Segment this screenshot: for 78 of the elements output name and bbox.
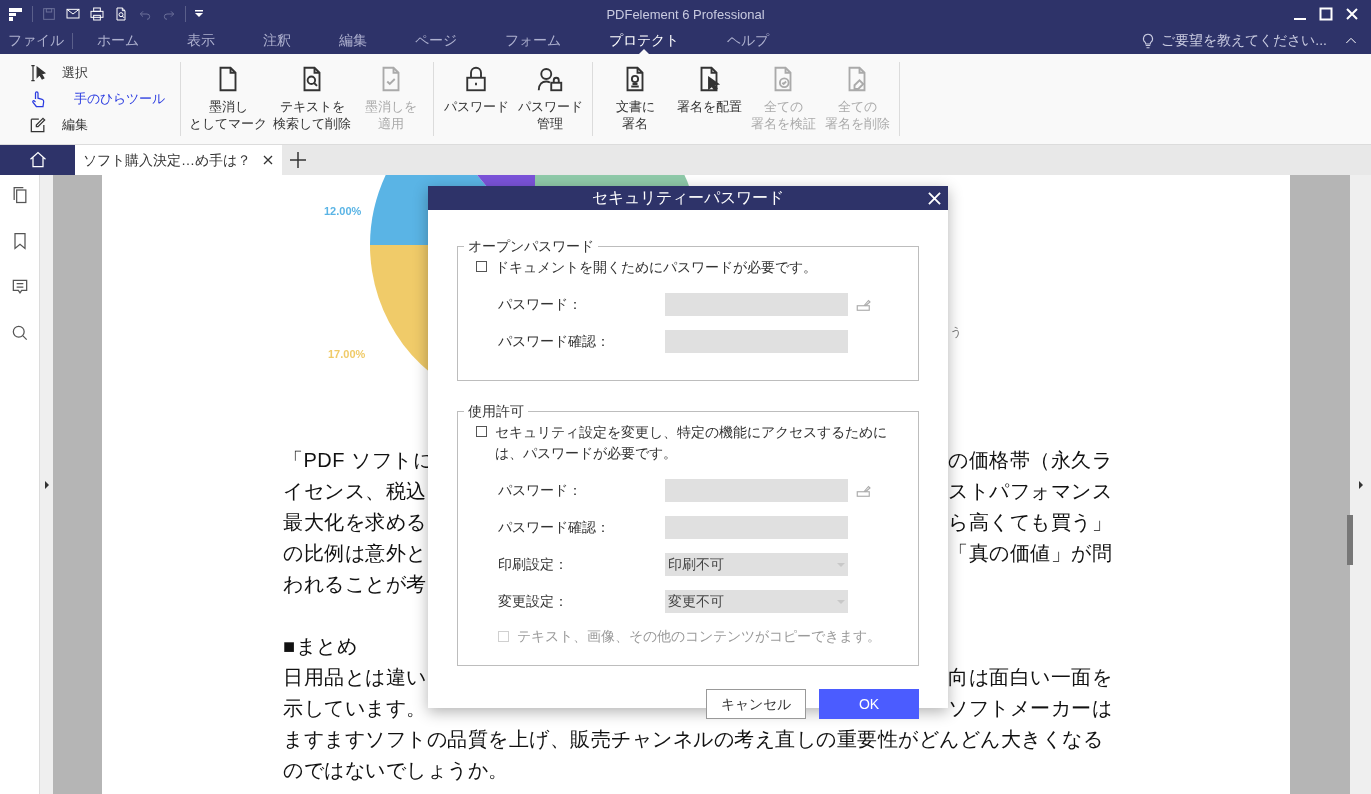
app-logo-icon[interactable] [8, 5, 24, 22]
ribbon-button[interactable]: 文書に 署名 [599, 62, 671, 132]
document-text: われることが考 [283, 572, 427, 597]
checkbox[interactable] [476, 426, 487, 437]
close-icon[interactable] [928, 191, 941, 205]
edit-icon [28, 115, 48, 135]
scrollbar-thumb[interactable] [1347, 515, 1353, 565]
legend-text: う [950, 324, 962, 341]
document-text: 日用品とは違い [283, 665, 427, 690]
document-text: の比例は意外と [283, 541, 427, 566]
close-tab-icon[interactable] [263, 155, 273, 165]
menu-tab[interactable]: 表示 [163, 27, 239, 54]
chart-label: 12.00% [324, 204, 362, 219]
document-text: イセンス、税込 [283, 479, 427, 504]
tool-button[interactable]: 手のひらツール [28, 88, 180, 110]
close-icon[interactable] [1345, 6, 1359, 21]
help-search-field[interactable]: ご要望を教えてください... [1139, 30, 1327, 51]
caret-icon [837, 599, 845, 604]
field-label: 変更設定： [498, 592, 569, 611]
ribbon-button[interactable]: パスワード 管理 [514, 62, 586, 132]
field-label: パスワード： [498, 481, 583, 500]
document-tab[interactable]: ソフト購入決定…め手は？ [75, 145, 282, 175]
menu-tab[interactable]: 編集 [315, 27, 391, 54]
document-text: 「真の価値」が問 [948, 541, 1112, 566]
home-icon [27, 150, 48, 170]
menu-tab[interactable]: フォーム [481, 27, 585, 54]
document-text: の価格帯（永久ラ [948, 448, 1112, 473]
expand-panel-icon[interactable] [1358, 480, 1363, 489]
tool-button[interactable]: 編集 [28, 114, 180, 136]
document-text: 最大化を求める [283, 510, 427, 535]
menu-tab[interactable]: 注釈 [239, 27, 315, 54]
new-tab-icon[interactable] [290, 152, 306, 168]
confirm-password-field[interactable] [665, 330, 848, 353]
field-label: 印刷設定： [498, 555, 569, 574]
checkbox[interactable] [476, 261, 487, 272]
group-legend: オープンパスワード [464, 236, 598, 257]
confirm-password-field[interactable] [665, 516, 848, 539]
menu-tab[interactable]: ホーム [73, 27, 163, 54]
checkbox-label: テキスト、画像、その他のコンテンツがコピーできます。 [517, 627, 881, 646]
group-legend: 使用許可 [464, 401, 528, 422]
ribbon-button[interactable]: 墨消し としてマーク [187, 62, 269, 132]
maximize-icon[interactable] [1319, 6, 1333, 21]
menu-tab[interactable]: ヘルプ [703, 27, 793, 54]
expand-panel-icon[interactable] [44, 480, 49, 489]
ribbon-button[interactable]: パスワード [440, 62, 512, 115]
ribbon-button[interactable]: 署名を配置 [673, 62, 745, 115]
tool-button[interactable]: 選択 [28, 62, 180, 84]
document-text: 示しています。 [283, 696, 427, 721]
customize-menu-icon[interactable] [194, 8, 204, 19]
field-label: パスワード： [498, 295, 583, 314]
document-text: ますますソフトの品質を上げ、販売チャンネルの考え直しの重要性がどんどん大きくなる [283, 727, 1103, 752]
ribbon-button[interactable]: テキストを 検索して削除 [271, 62, 353, 132]
ok-button[interactable]: OK [819, 689, 919, 719]
document-text: ■まとめ [283, 634, 358, 659]
caret-icon [837, 562, 845, 567]
field-label: パスワード確認： [498, 332, 611, 351]
cancel-button[interactable]: キャンセル [706, 689, 806, 719]
window-title: PDFelement 6 Professional [606, 6, 765, 22]
document-text: 向は面白い一面を [948, 665, 1112, 690]
home-tab[interactable] [0, 145, 75, 175]
document-text: のではないでしょうか。 [283, 758, 509, 783]
dropdown[interactable]: 印刷不可 [665, 553, 848, 576]
chart-label: 17.00% [328, 347, 366, 362]
document-text: ソフトメーカーは [948, 696, 1112, 721]
dialog-title: セキュリティーパスワード [591, 188, 785, 208]
document-text: ストパフォマンス [948, 479, 1112, 504]
print-preview-icon[interactable] [113, 5, 129, 22]
password-field[interactable] [665, 293, 848, 316]
menu-tab[interactable]: ページ [391, 27, 481, 54]
checkbox-label: ドキュメントを開くためにパスワードが必要です。 [495, 258, 817, 277]
menu-tab[interactable]: ファイル [0, 27, 72, 54]
checkbox-label: セキュリティ設定を変更し、特定の機能にアクセスするためには、パスワードが必要です。 [495, 423, 888, 463]
password-field[interactable] [665, 479, 848, 502]
cursor-icon [28, 63, 48, 83]
dropdown[interactable]: 変更不可 [665, 590, 848, 613]
field-label: パスワード確認： [498, 518, 611, 537]
document-text: ら高くても買う」 [948, 510, 1112, 535]
print-icon[interactable] [89, 5, 105, 22]
